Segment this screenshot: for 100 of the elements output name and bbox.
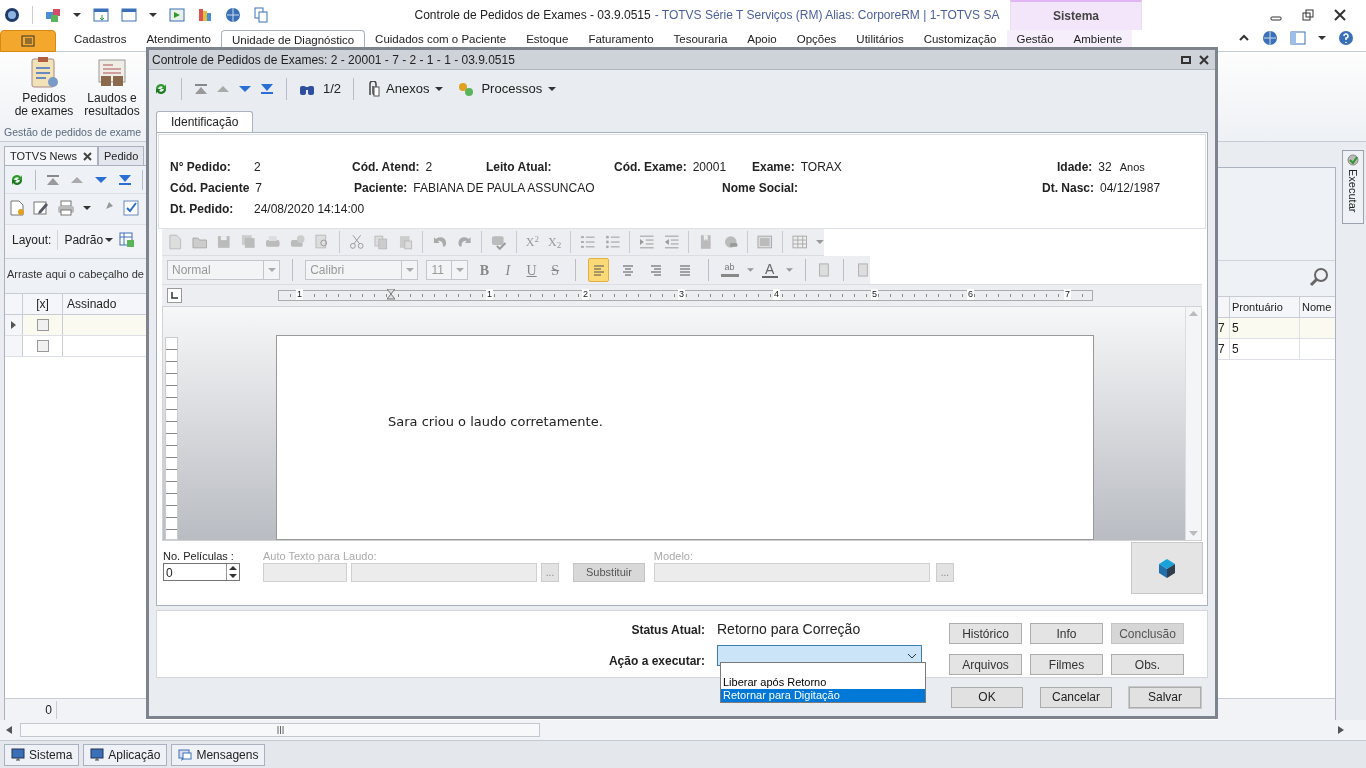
open-folder-icon[interactable] [191, 234, 208, 250]
caret-icon[interactable] [435, 86, 444, 92]
cubes-icon[interactable] [45, 7, 61, 23]
close-icon[interactable] [1199, 54, 1209, 65]
caret-icon[interactable] [83, 205, 91, 211]
page-icon[interactable] [856, 262, 871, 278]
scroll-up-icon[interactable] [1189, 311, 1198, 316]
numbered-list-icon[interactable] [580, 234, 596, 250]
execute-side-button[interactable]: Executar [1342, 150, 1364, 224]
globe-icon[interactable] [1262, 30, 1278, 46]
print-icon[interactable] [57, 200, 75, 216]
spellcheck-icon[interactable] [491, 234, 507, 250]
ribbon-tab[interactable]: Tesouraria [663, 30, 738, 48]
ribbon-tab[interactable]: Atendimento [136, 30, 221, 48]
caret-icon[interactable] [73, 12, 81, 18]
print-icon[interactable] [265, 234, 281, 250]
toolbar-menu-button[interactable]: Processos [457, 79, 557, 99]
bullet-list-icon[interactable] [604, 234, 621, 250]
highlight-button[interactable]: ab [720, 263, 739, 277]
outdent-icon[interactable] [663, 234, 680, 250]
replace-button[interactable]: Substituir [573, 563, 645, 582]
table-icon[interactable] [791, 234, 808, 250]
new-document-icon[interactable] [167, 234, 183, 250]
dropdown-option[interactable]: Retornar para Digitação [721, 689, 925, 702]
ribbon-tab[interactable]: Estoque [516, 30, 579, 48]
ribbon-tab[interactable]: Ambiente [1063, 30, 1133, 48]
help-icon[interactable] [1338, 30, 1354, 46]
save-all-icon[interactable] [240, 234, 257, 250]
dialog-button[interactable]: Salvar [1129, 686, 1201, 708]
copy-icon[interactable] [373, 234, 389, 250]
previous-record-icon[interactable] [216, 83, 230, 95]
layout-icon[interactable] [1290, 31, 1306, 45]
copy-icon[interactable] [253, 7, 269, 23]
taskbar-button[interactable]: Sistema [4, 743, 80, 766]
align-left-button[interactable] [587, 258, 610, 282]
last-record-icon[interactable] [118, 173, 132, 186]
spin-down-icon[interactable] [227, 572, 239, 580]
save-icon[interactable] [216, 234, 232, 250]
ribbon-tab[interactable]: Unidade de Diagnóstico [221, 30, 366, 48]
restore-icon[interactable] [1302, 9, 1314, 21]
cut-icon[interactable] [348, 234, 365, 250]
checkbox-icon[interactable] [123, 200, 139, 216]
new-document-icon[interactable] [9, 200, 25, 216]
input-field[interactable] [653, 563, 930, 582]
ribbon-tab[interactable]: Utilitários [846, 30, 914, 48]
ribbon-tab[interactable]: Gestão [1006, 30, 1064, 48]
vertical-scrollbar[interactable] [1185, 307, 1201, 540]
ribbon-tab[interactable]: Faturamento [578, 30, 664, 48]
redo-icon[interactable] [456, 234, 473, 250]
action-button[interactable]: Filmes [1030, 654, 1103, 675]
tab[interactable]: Identificação [156, 111, 254, 132]
file-menu-button[interactable] [0, 30, 56, 52]
refresh-icon[interactable] [153, 81, 169, 97]
ribbon-button[interactable]: Laudos e resultados [80, 56, 144, 126]
ribbon-tab[interactable]: Cuidados com o Paciente [365, 30, 517, 48]
action-button[interactable]: Arquivos [949, 654, 1022, 675]
document-tab[interactable]: TOTVS News [4, 146, 99, 166]
ribbon-tab[interactable]: Opções [786, 30, 847, 48]
ribbon-button[interactable]: Pedidos de exames [12, 56, 76, 126]
caret-icon[interactable] [149, 12, 157, 18]
taskbar-button[interactable]: Aplicação [83, 743, 168, 766]
close-icon[interactable] [83, 151, 93, 161]
document-tab[interactable]: Pedido [98, 146, 145, 166]
edit-icon[interactable] [33, 200, 49, 216]
bookmark-icon[interactable] [698, 234, 714, 250]
tab-stop-button[interactable] [167, 288, 182, 303]
number-spinner[interactable]: 0 [163, 563, 240, 581]
ribbon-tab[interactable]: Apoio [737, 30, 787, 48]
input-field[interactable] [351, 563, 537, 582]
action-button[interactable]: Info [1030, 623, 1103, 644]
globe-icon[interactable] [225, 7, 241, 23]
find-icon[interactable] [314, 234, 330, 250]
scroll-down-icon[interactable] [1189, 531, 1198, 536]
first-record-icon[interactable] [46, 173, 60, 186]
input-field[interactable] [263, 563, 347, 582]
menu-icon[interactable] [21, 35, 35, 47]
toolbar-menu-button[interactable]: Anexos [366, 79, 444, 99]
checkbox[interactable] [36, 340, 49, 352]
last-record-icon[interactable] [260, 83, 274, 95]
action-button[interactable]: Histórico [949, 623, 1022, 644]
ribbon-tab[interactable]: Customização [913, 30, 1007, 48]
spin-up-icon[interactable] [227, 564, 239, 572]
taskbar-button[interactable]: Mensagens [171, 743, 266, 766]
window-icon[interactable] [121, 7, 137, 23]
page-icon[interactable] [817, 262, 832, 278]
image-button[interactable] [1131, 542, 1203, 594]
scrollbar-thumb[interactable] [20, 723, 540, 737]
layout-dropdown[interactable]: Padrão [64, 230, 114, 249]
scroll-left-icon[interactable] [6, 726, 12, 734]
image-icon[interactable] [757, 234, 773, 250]
maximize-icon[interactable] [1181, 54, 1191, 65]
indent-icon[interactable] [639, 234, 655, 250]
next-record-icon[interactable] [238, 83, 252, 95]
ribbon-tab[interactable]: Cadastros [64, 30, 137, 48]
caret-icon[interactable] [548, 86, 557, 92]
dialog-button[interactable]: OK [951, 686, 1023, 708]
dropdown-option[interactable]: Liberar após Retorno [721, 676, 925, 689]
caret-icon[interactable] [105, 236, 114, 243]
undo-icon[interactable] [432, 234, 448, 250]
first-record-icon[interactable] [194, 83, 208, 95]
